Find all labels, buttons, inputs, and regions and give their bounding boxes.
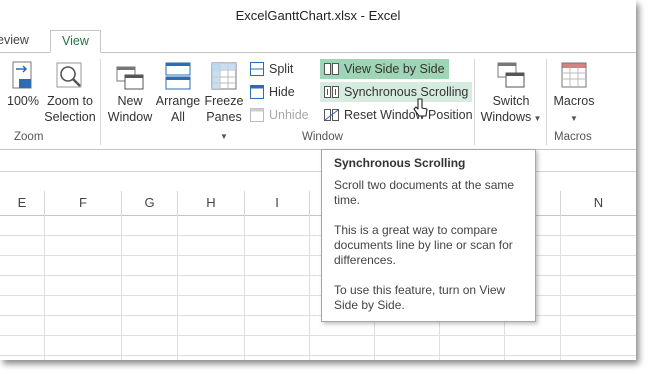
switch-windows-button[interactable]: Switch Windows ▼ xyxy=(480,61,542,127)
macros-dropdown-icon: ▼ xyxy=(570,114,578,123)
column-gridline xyxy=(121,215,122,360)
macros-icon xyxy=(561,62,587,88)
arrange-all-label-2: All xyxy=(171,110,185,124)
window-group-label: Window xyxy=(302,131,343,143)
synchronous-scrolling-icon xyxy=(324,86,339,98)
switch-windows-label-2: Windows xyxy=(480,110,532,124)
column-header[interactable]: H xyxy=(178,191,245,216)
row-gridline xyxy=(0,235,636,236)
row-gridline xyxy=(0,315,636,316)
synchronous-scrolling-tooltip: Synchronous Scrolling Scroll two documen… xyxy=(321,149,536,322)
group-separator xyxy=(546,59,547,145)
tooltip-text: This is a great way to compare documents… xyxy=(334,223,513,267)
synchronous-scrolling-button[interactable]: Synchronous Scrolling xyxy=(320,82,473,102)
zoom-100-label: 100% xyxy=(7,94,39,108)
zoom-to-selection-button[interactable]: Zoom to Selection xyxy=(44,61,96,125)
reset-window-position-label: Reset Window Position xyxy=(344,108,473,122)
row-gridline xyxy=(0,255,636,256)
new-window-label-2: Window xyxy=(107,110,153,124)
column-gridline xyxy=(177,215,178,360)
zoom-100-icon xyxy=(12,61,32,89)
column-header[interactable]: N xyxy=(561,191,636,216)
zoom-to-selection-label-2: Selection xyxy=(44,110,96,124)
row-gridline xyxy=(0,335,636,336)
view-side-by-side-button[interactable]: View Side by Side xyxy=(320,59,449,79)
switch-windows-label-1: Switch xyxy=(492,94,530,108)
column-header[interactable]: I xyxy=(245,191,310,216)
reset-window-position-icon xyxy=(324,109,339,121)
zoom-to-selection-label-1: Zoom to xyxy=(47,94,93,108)
split-label: Split xyxy=(269,62,294,76)
new-window-icon xyxy=(116,66,144,90)
ribbon-view: 100% Zoom to Selection Zoom New Window A… xyxy=(0,52,636,150)
zoom-100-button[interactable]: 100% xyxy=(6,61,40,109)
reset-window-position-button[interactable]: Reset Window Position xyxy=(320,105,477,125)
zoom-to-selection-icon xyxy=(56,62,82,88)
macros-label: Macros xyxy=(553,94,595,108)
arrange-all-label-1: Arrange xyxy=(155,94,201,108)
unhide-label: Unhide xyxy=(269,108,309,122)
freeze-panes-label-1: Freeze xyxy=(204,94,244,108)
freeze-panes-button[interactable]: Freeze Panes ▼ xyxy=(202,61,246,145)
macros-group-label: Macros xyxy=(554,131,592,143)
split-button[interactable]: Split xyxy=(246,59,297,79)
unhide-icon xyxy=(250,108,264,122)
macros-button[interactable]: Macros ▼ xyxy=(550,61,598,127)
tab-view[interactable]: View xyxy=(50,30,101,53)
new-window-button[interactable]: New Window xyxy=(106,61,154,125)
tab-review[interactable]: eview xyxy=(0,33,29,47)
synchronous-scrolling-label: Synchronous Scrolling xyxy=(344,85,469,99)
freeze-panes-dropdown-icon: ▼ xyxy=(220,132,228,141)
freeze-panes-icon xyxy=(211,62,237,90)
hide-button[interactable]: Hide xyxy=(246,82,299,102)
tooltip-title: Synchronous Scrolling xyxy=(334,156,466,170)
hide-label: Hide xyxy=(269,85,295,99)
row-gridline xyxy=(0,295,636,296)
row-gridline xyxy=(0,275,636,276)
column-gridline xyxy=(44,215,45,360)
view-side-by-side-label: View Side by Side xyxy=(344,62,445,76)
formula-bar-border xyxy=(0,171,636,172)
column-gridline xyxy=(244,215,245,360)
column-gridline xyxy=(309,215,310,360)
row-gridline xyxy=(0,355,636,356)
group-separator xyxy=(474,59,475,145)
hand-pointer-icon xyxy=(413,98,428,117)
zoom-group-label: Zoom xyxy=(14,131,44,143)
column-gridline xyxy=(560,215,561,360)
tooltip-text: To use this feature, turn on View Side b… xyxy=(334,283,506,312)
column-header[interactable]: F xyxy=(45,191,122,216)
unhide-button[interactable]: Unhide xyxy=(246,105,313,125)
view-side-by-side-icon xyxy=(324,63,339,75)
column-header[interactable]: G xyxy=(122,191,178,216)
arrange-all-button[interactable]: Arrange All xyxy=(154,61,202,125)
hide-icon xyxy=(250,85,264,99)
switch-windows-icon xyxy=(497,62,525,88)
freeze-panes-label-2: Panes xyxy=(206,110,242,124)
excel-window: ExcelGanttChart.xlsx - Excel eview View … xyxy=(0,0,636,360)
window-title: ExcelGanttChart.xlsx - Excel xyxy=(235,8,401,23)
column-header[interactable]: E xyxy=(0,191,45,216)
tooltip-text: Scroll two documents at the same time. xyxy=(334,178,515,207)
split-icon xyxy=(250,62,264,76)
switch-windows-dropdown-icon: ▼ xyxy=(531,114,542,123)
group-separator xyxy=(100,59,101,145)
new-window-label-1: New xyxy=(117,94,143,108)
arrange-all-icon xyxy=(165,62,191,90)
